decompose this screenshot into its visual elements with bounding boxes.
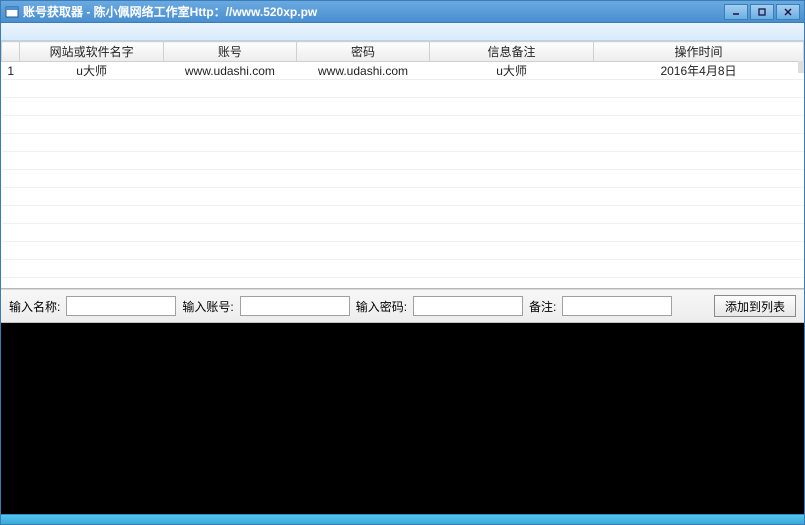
data-table[interactable]: 网站或软件名字 账号 密码 信息备注 操作时间 1u大师www.udashi.c… [1,41,804,278]
table-row-empty [2,152,804,170]
col-site[interactable]: 网站或软件名字 [20,42,163,62]
window-title: 账号获取器 - 陈小佩网络工作室Http：//www.520xp.pw [23,3,724,20]
titlebar[interactable]: 账号获取器 - 陈小佩网络工作室Http：//www.520xp.pw [1,1,804,23]
account-input[interactable] [240,296,350,316]
table-row-empty [2,116,804,134]
table-row-empty [2,242,804,260]
table-row-empty [2,260,804,278]
col-password[interactable]: 密码 [296,42,429,62]
password-input[interactable] [413,296,523,316]
cell-remark: u大师 [430,62,594,80]
cell-site: u大师 [20,62,163,80]
remark-input[interactable] [562,296,672,316]
table-row-empty [2,170,804,188]
col-time[interactable]: 操作时间 [593,42,803,62]
minimize-button[interactable] [724,4,748,20]
app-icon [5,5,19,19]
menubar [1,23,804,41]
table-row[interactable]: 1u大师www.udashi.comwww.udashi.comu大师2016年… [2,62,804,80]
cell-password: www.udashi.com [296,62,429,80]
table-row-empty [2,98,804,116]
password-label: 输入密码: [356,298,407,315]
data-table-container: 网站或软件名字 账号 密码 信息备注 操作时间 1u大师www.udashi.c… [1,41,804,289]
col-remark[interactable]: 信息备注 [430,42,594,62]
add-to-list-button[interactable]: 添加到列表 [714,295,796,317]
output-panel [1,323,804,514]
table-header-row: 网站或软件名字 账号 密码 信息备注 操作时间 [2,42,804,62]
scroll-indicator [798,61,804,73]
table-row-empty [2,134,804,152]
name-label: 输入名称: [9,298,60,315]
maximize-button[interactable] [750,4,774,20]
remark-label: 备注: [529,298,556,315]
cell-account: www.udashi.com [163,62,296,80]
cell-idx: 1 [2,62,20,80]
name-input[interactable] [66,296,176,316]
close-button[interactable] [776,4,800,20]
cell-time: 2016年4月8日 [593,62,803,80]
table-row-empty [2,188,804,206]
col-index[interactable] [2,42,20,62]
app-window: 账号获取器 - 陈小佩网络工作室Http：//www.520xp.pw 网站或软… [0,0,805,525]
taskbar-sliver [1,514,804,524]
window-controls [724,4,800,20]
input-form: 输入名称: 输入账号: 输入密码: 备注: 添加到列表 [1,289,804,323]
col-account[interactable]: 账号 [163,42,296,62]
account-label: 输入账号: [182,298,233,315]
table-row-empty [2,206,804,224]
table-row-empty [2,224,804,242]
table-row-empty [2,80,804,98]
